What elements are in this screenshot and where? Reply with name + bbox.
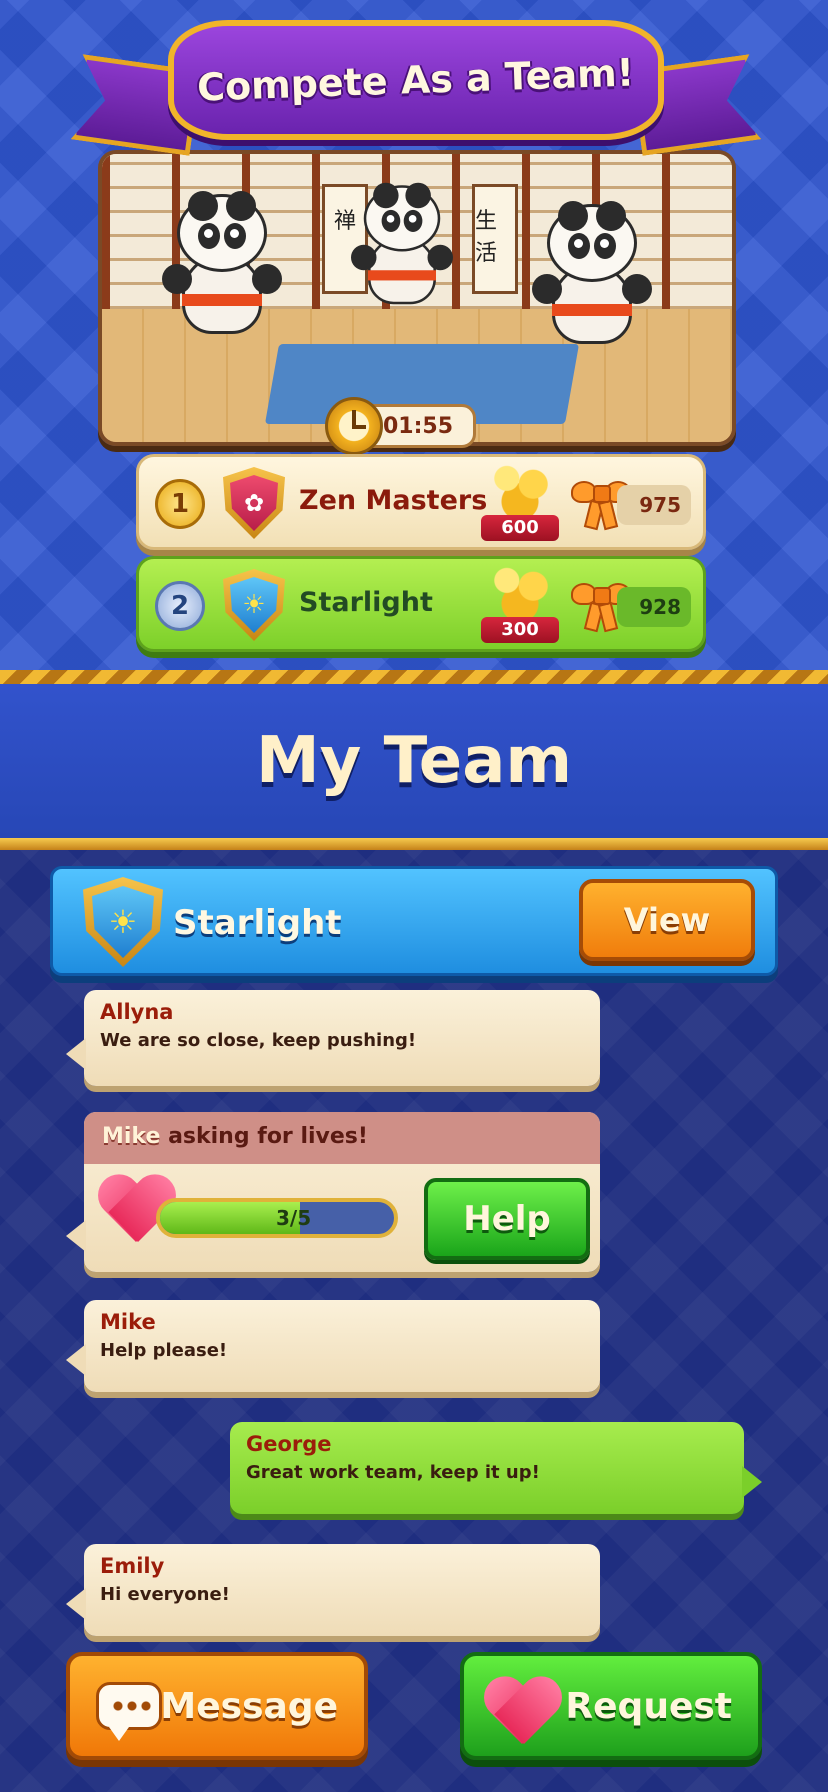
message-text: Great work team, keep it up! xyxy=(246,1462,540,1483)
event-timer: 01:55 xyxy=(325,397,476,455)
rank-medal-silver: 2 xyxy=(155,581,205,631)
request-button-label: Request xyxy=(565,1685,732,1727)
coin-stack-icon: 300 xyxy=(479,563,561,647)
message-sender: George xyxy=(246,1432,332,1456)
message-button[interactable]: Message xyxy=(66,1652,368,1760)
request-lives-button[interactable]: Request xyxy=(460,1652,762,1760)
coin-stack-icon: 600 xyxy=(479,461,561,545)
chat-message: Emily Hi everyone! xyxy=(66,1544,600,1636)
divider-stripe xyxy=(0,838,828,850)
ribbon-main: Compete As a Team! xyxy=(168,20,664,140)
sun-shield-icon: ☀ xyxy=(223,569,285,641)
lives-request-card: Mike asking for lives! 3/5 Help xyxy=(66,1112,600,1272)
chat-message-own: George Great work team, keep it up! xyxy=(230,1422,762,1514)
team-name: Zen Masters xyxy=(299,485,488,516)
lives-progress-label: 3/5 xyxy=(275,1206,312,1230)
my-team-name: Starlight xyxy=(173,903,342,943)
leaderboard-row[interactable]: 1 ✿ Zen Masters 600 975 xyxy=(136,454,706,550)
section-title: My Team xyxy=(255,724,573,798)
title-ribbon: Compete As a Team! xyxy=(76,14,756,174)
requester-name: Mike xyxy=(102,1124,161,1149)
message-text: Hi everyone! xyxy=(100,1584,230,1605)
message-text: Help please! xyxy=(100,1340,228,1361)
message-sender: Mike xyxy=(100,1310,156,1334)
wall-scroll-right: 生活 xyxy=(472,184,518,294)
rank-medal-gold: 1 xyxy=(155,479,205,529)
lives-progress-bar: 3/5 xyxy=(156,1198,398,1238)
team-name: Starlight xyxy=(299,587,433,618)
speech-bubble-icon xyxy=(96,1682,162,1741)
leaderboard-row[interactable]: 2 ☀ Starlight 300 928 xyxy=(136,556,706,652)
sun-shield-icon: ☀ xyxy=(83,877,163,967)
event-title: Compete As a Team! xyxy=(196,50,636,110)
dojo-scene-illustration: 禅 生活 xyxy=(98,150,736,446)
my-team-header: My Team xyxy=(0,684,828,838)
divider-stripe xyxy=(0,670,828,684)
message-sender: Allyna xyxy=(100,1000,174,1024)
chat-message: Mike Help please! xyxy=(66,1300,600,1392)
panda-fighter-center xyxy=(351,182,453,313)
timer-value: 01:55 xyxy=(382,413,453,439)
team-score: 975 xyxy=(617,485,691,525)
lives-request-text: asking for lives! xyxy=(160,1124,368,1149)
message-sender: Emily xyxy=(100,1554,165,1578)
panda-fighter-right xyxy=(532,201,652,354)
stopwatch-icon xyxy=(325,397,383,455)
coin-reward: 600 xyxy=(481,515,559,541)
help-button[interactable]: Help xyxy=(424,1178,590,1260)
panda-fighter-left xyxy=(162,191,282,344)
lives-request-title: Mike asking for lives! xyxy=(84,1112,600,1164)
coin-reward: 300 xyxy=(481,617,559,643)
view-team-button[interactable]: View xyxy=(579,879,755,961)
message-button-label: Message xyxy=(160,1685,338,1727)
team-score: 928 xyxy=(617,587,691,627)
my-team-bar: ☀ Starlight View xyxy=(50,866,778,976)
message-text: We are so close, keep pushing! xyxy=(100,1030,417,1051)
heart-icon xyxy=(482,1678,562,1750)
lotus-shield-icon: ✿ xyxy=(223,467,285,539)
chat-message: Allyna We are so close, keep pushing! xyxy=(66,990,600,1086)
